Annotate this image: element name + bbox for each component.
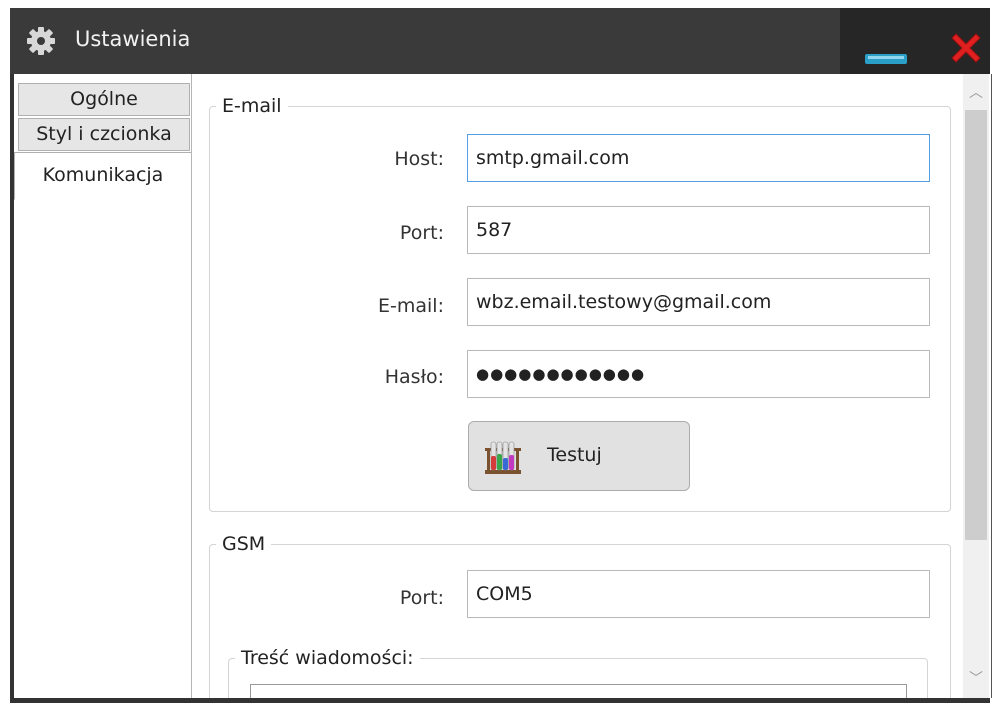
title-bar: Ustawienia (10, 8, 990, 74)
gear-icon (27, 27, 55, 55)
window-border-bottom (10, 698, 990, 703)
gsm-port-label: Port: (399, 587, 444, 609)
tab-style-font[interactable]: Styl i czcionka (18, 118, 190, 151)
test-button-label: Testuj (547, 444, 602, 466)
email-port-label: Port: (399, 222, 444, 244)
email-group-legend: E-mail (222, 95, 282, 117)
test-button[interactable]: Testuj (468, 421, 690, 491)
gsm-port-input[interactable] (467, 570, 930, 618)
message-textarea[interactable] (250, 684, 907, 698)
tab-general[interactable]: Ogólne (18, 83, 190, 116)
gsm-group-legend: GSM (222, 533, 266, 555)
host-input[interactable] (467, 134, 930, 182)
email-input[interactable] (467, 278, 930, 326)
scroll-down-icon[interactable]: ﹀ (963, 668, 989, 692)
tab-communication[interactable]: Komunikacja (14, 152, 191, 200)
scroll-up-icon[interactable]: ︿ (963, 82, 989, 106)
vertical-scrollbar[interactable]: ︿ ﹀ (963, 74, 989, 698)
email-label: E-mail: (378, 295, 444, 317)
host-label: Host: (394, 148, 444, 170)
test-tubes-icon (485, 441, 521, 474)
scrollbar-thumb[interactable] (965, 110, 987, 540)
message-group-legend: Treść wiadomości: (241, 647, 414, 669)
minimize-icon[interactable] (865, 54, 907, 64)
tab-strip: Ogólne Styl i czcionka Komunikacja (14, 74, 192, 698)
email-port-input[interactable] (467, 206, 930, 254)
window-title: Ustawienia (75, 27, 191, 51)
close-icon[interactable] (948, 30, 984, 66)
password-label: Hasło: (384, 366, 444, 388)
settings-content: E-mail Host: Port: E-mail: Hasło: ●●●●●●… (192, 74, 963, 698)
password-input[interactable]: ●●●●●●●●●●●● (467, 350, 930, 398)
